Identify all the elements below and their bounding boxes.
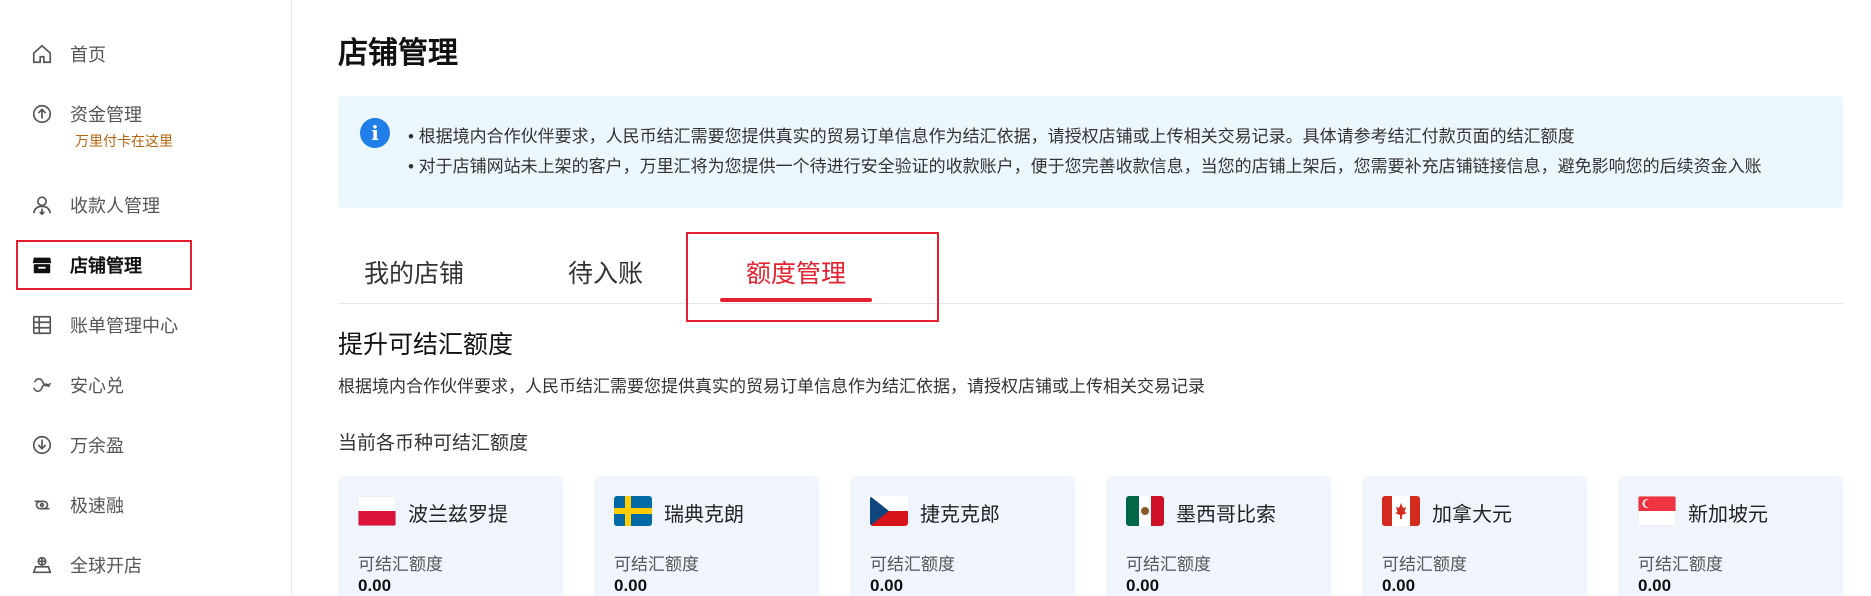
quota-value: 0.00	[870, 576, 904, 595]
store-icon	[30, 253, 54, 277]
sidebar-item-label: 首页	[70, 45, 106, 65]
sweden-flag-icon	[614, 496, 652, 526]
quota-value: 0.00	[1638, 576, 1672, 595]
currency-name: 墨西哥比索	[1176, 504, 1276, 526]
currency-card[interactable]: 瑞典克朗 可结汇额度 0.00	[594, 476, 819, 596]
currency-name: 波兰兹罗提	[408, 504, 508, 526]
exchange-icon	[30, 373, 54, 397]
currency-name: 加拿大元	[1432, 504, 1512, 526]
quota-label: 可结汇额度	[1382, 555, 1467, 574]
tab-pending[interactable]: 待入账	[568, 254, 643, 290]
currency-quota-heading: 当前各币种可结汇额度	[338, 433, 529, 454]
sidebar-item-fund[interactable]: 资金管理	[30, 99, 142, 129]
canada-flag-icon	[1382, 496, 1420, 526]
notice-line: • 根据境内合作伙伴要求，人民币结汇需要您提供真实的贸易订单信息作为结汇依据，请…	[408, 127, 1575, 146]
currency-card-list: 波兰兹罗提 可结汇额度 0.00 瑞典克朗 可结汇额度 0.00 捷克克郎 可结…	[338, 476, 1843, 596]
sidebar-item-loan[interactable]: 极速融	[30, 490, 124, 520]
page-title: 店铺管理	[338, 37, 458, 70]
sidebar-item-yield[interactable]: 万余盈	[30, 430, 124, 460]
quota-label: 可结汇额度	[1638, 555, 1723, 574]
notice-banner: i • 根据境内合作伙伴要求，人民币结汇需要您提供真实的贸易订单信息作为结汇依据…	[338, 96, 1843, 208]
fund-up-icon	[30, 102, 54, 126]
section-description: 根据境内合作伙伴要求，人民币结汇需要您提供真实的贸易订单信息作为结汇依据，请授权…	[338, 377, 1205, 396]
tab-bar: 我的店铺 待入账 额度管理	[338, 232, 1843, 322]
quota-label: 可结汇额度	[870, 555, 955, 574]
quota-label: 可结汇额度	[358, 555, 443, 574]
active-tab-highlight	[686, 232, 939, 322]
notice-line: • 对于店铺网站未上架的客户，万里汇将为您提供一个待进行安全验证的收款账户，便于…	[408, 157, 1762, 176]
mexico-flag-icon	[1126, 496, 1164, 526]
sidebar-item-label: 安心兑	[70, 376, 124, 396]
currency-card[interactable]: 墨西哥比索 可结汇额度 0.00	[1106, 476, 1331, 596]
sidebar-item-label: 极速融	[70, 496, 124, 516]
payee-icon	[30, 193, 54, 217]
sidebar-item-label: 万余盈	[70, 436, 124, 456]
quota-value: 0.00	[1126, 576, 1160, 595]
quota-value: 0.00	[1382, 576, 1416, 595]
sidebar-item-home[interactable]: 首页	[30, 39, 106, 69]
sidebar: 首页 资金管理 万里付卡在这里 收款人管理 店铺管理 账单管理中心 安心兑 万余…	[0, 0, 292, 596]
sidebar-item-label: 全球开店	[70, 556, 142, 576]
bill-icon	[30, 313, 54, 337]
currency-card[interactable]: 加拿大元 可结汇额度 0.00	[1362, 476, 1587, 596]
currency-card[interactable]: 波兰兹罗提 可结汇额度 0.00	[338, 476, 563, 596]
currency-name: 新加坡元	[1688, 504, 1768, 526]
currency-name: 瑞典克朗	[664, 504, 744, 526]
loan-icon	[30, 493, 54, 517]
sidebar-item-label: 资金管理	[70, 105, 142, 125]
currency-card[interactable]: 捷克克郎 可结汇额度 0.00	[850, 476, 1075, 596]
sidebar-fund-sub-link[interactable]: 万里付卡在这里	[75, 131, 173, 151]
quota-label: 可结汇额度	[1126, 555, 1211, 574]
quota-value: 0.00	[614, 576, 648, 595]
home-icon	[30, 42, 54, 66]
quota-value: 0.00	[358, 576, 392, 595]
currency-card[interactable]: 新加坡元 可结汇额度 0.00	[1618, 476, 1843, 596]
sidebar-item-store[interactable]: 店铺管理	[30, 250, 142, 280]
poland-flag-icon	[358, 496, 396, 526]
global-store-icon	[30, 553, 54, 577]
sidebar-item-label: 账单管理中心	[70, 316, 178, 336]
sidebar-item-exchange[interactable]: 安心兑	[30, 370, 124, 400]
section-title: 提升可结汇额度	[338, 331, 514, 359]
yield-icon	[30, 433, 54, 457]
currency-name: 捷克克郎	[920, 504, 1000, 526]
sidebar-item-payee[interactable]: 收款人管理	[30, 190, 160, 220]
singapore-flag-icon	[1638, 496, 1676, 526]
info-icon: i	[360, 118, 390, 148]
sidebar-item-label: 店铺管理	[70, 256, 142, 276]
sidebar-item-bill[interactable]: 账单管理中心	[30, 310, 178, 340]
quota-label: 可结汇额度	[614, 555, 699, 574]
tab-my-stores[interactable]: 我的店铺	[364, 254, 464, 290]
sidebar-item-label: 收款人管理	[70, 196, 160, 216]
sidebar-item-global-store[interactable]: 全球开店	[30, 550, 142, 580]
czech-flag-icon	[870, 496, 908, 526]
